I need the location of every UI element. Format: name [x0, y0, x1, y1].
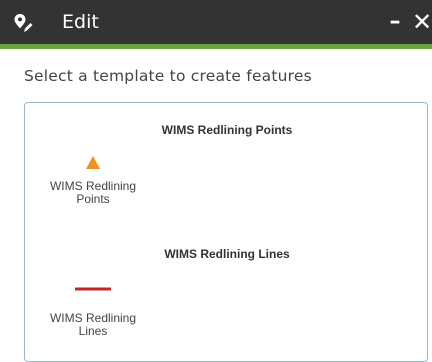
template-picker: WIMS Redlining Points WIMS Redlining Poi… — [24, 102, 428, 362]
close-button[interactable]: ✕ — [412, 10, 432, 34]
widget-header: Edit – ✕ — [0, 0, 432, 49]
group-title-points: WIMS Redlining Points — [161, 123, 293, 137]
template-label: WIMS Redlining Lines — [49, 311, 137, 338]
header-title: Edit — [62, 11, 99, 33]
template-label: WIMS Redlining Points — [49, 179, 137, 206]
group-title-lines: WIMS Redlining Lines — [164, 247, 290, 261]
minimize-button[interactable]: – — [384, 10, 406, 34]
instructions-text: Select a template to create features — [24, 67, 312, 85]
edit-pin-icon — [14, 14, 33, 32]
template-item-lines[interactable]: WIMS Redlining Lines — [45, 283, 141, 353]
template-item-points[interactable]: WIMS Redlining Points — [45, 155, 141, 225]
triangle-icon — [86, 156, 100, 169]
line-icon — [75, 287, 111, 291]
